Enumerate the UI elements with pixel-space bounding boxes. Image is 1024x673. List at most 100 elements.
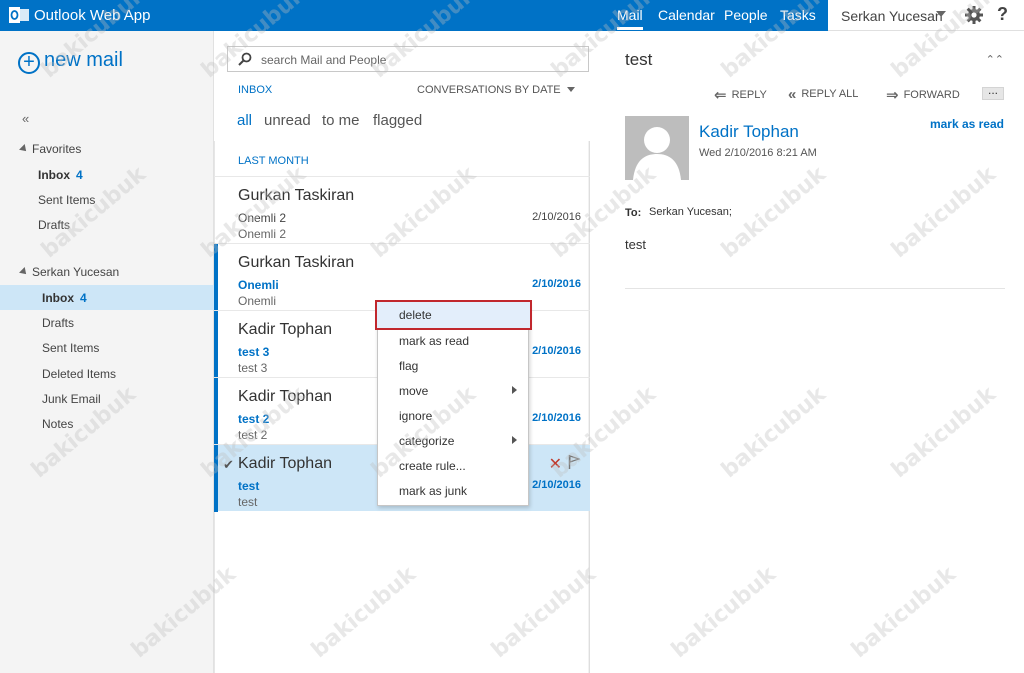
menu-item-create-rule[interactable]: create rule... xyxy=(378,453,528,478)
outlook-logo-icon xyxy=(9,7,29,23)
menu-item-label: move xyxy=(399,384,429,398)
nav-mail[interactable]: Mail xyxy=(617,7,643,30)
message-subject: test 3 xyxy=(238,345,270,359)
favorite-sent-items[interactable]: Sent Items xyxy=(38,193,95,207)
forward-button[interactable]: ⇒ FORWARD xyxy=(886,86,960,104)
submenu-arrow-icon xyxy=(512,436,517,444)
unread-count: 4 xyxy=(80,291,87,305)
gear-icon[interactable] xyxy=(964,5,984,25)
plus-icon: + xyxy=(18,52,40,74)
new-mail-button[interactable]: + new mail xyxy=(18,49,123,74)
more-actions-button[interactable]: ... xyxy=(982,84,1004,100)
message-sender: Gurkan Taskiran xyxy=(238,187,355,204)
unread-bar xyxy=(214,311,218,378)
unread-bar xyxy=(214,445,218,512)
favorite-inbox[interactable]: Inbox 4 xyxy=(38,168,83,182)
reply-all-label: REPLY ALL xyxy=(801,88,859,100)
nav-people[interactable]: People xyxy=(724,7,768,23)
app-title: Outlook Web App xyxy=(34,7,151,24)
expand-triangle-icon xyxy=(19,144,29,154)
nav-tasks[interactable]: Tasks xyxy=(780,7,816,23)
top-bar: Outlook Web App Mail Calendar People Tas… xyxy=(0,0,1024,31)
unread-bar xyxy=(214,378,218,445)
unread-bar xyxy=(214,244,218,311)
message-preview: Onemli 2 xyxy=(238,227,287,241)
sort-dropdown[interactable]: CONVERSATIONS BY DATE xyxy=(417,84,575,96)
folder-notes[interactable]: Notes xyxy=(42,417,73,431)
folder-pane: + new mail « Favorites Inbox 4 Sent Items … xyxy=(0,31,214,673)
current-folder-label: INBOX xyxy=(238,84,273,96)
caret-down-icon xyxy=(566,87,575,92)
favorites-group[interactable]: Favorites xyxy=(19,142,82,156)
account-group[interactable]: Serkan Yucesan xyxy=(19,265,120,279)
search-box[interactable]: search Mail and People xyxy=(227,46,589,72)
to-label: To: xyxy=(625,207,642,219)
reply-all-button[interactable]: « REPLY ALL xyxy=(788,86,858,103)
checkmark-icon[interactable]: ✔ xyxy=(223,457,234,473)
folder-label: Inbox xyxy=(38,168,70,182)
message-date: 2/10/2016 xyxy=(532,278,581,290)
filter-to-me[interactable]: to me xyxy=(322,112,360,129)
sent-date: Wed 2/10/2016 8:21 AM xyxy=(699,147,817,159)
menu-item-move[interactable]: move xyxy=(378,378,528,403)
favorites-label: Favorites xyxy=(32,142,82,156)
unread-count: 4 xyxy=(76,168,83,182)
flag-icon[interactable] xyxy=(568,455,580,469)
message-row[interactable]: Gurkan Taskiran Onemli 2 Onemli 2 2/10/2… xyxy=(214,176,590,243)
message-subject: Onemli 2 xyxy=(238,211,287,225)
reply-button[interactable]: ⇐ REPLY xyxy=(714,86,767,104)
menu-item-delete[interactable]: delete xyxy=(375,300,532,330)
folder-inbox[interactable]: Inbox 4 xyxy=(42,291,87,305)
message-preview: test 2 xyxy=(238,428,268,442)
caret-down-icon[interactable] xyxy=(936,11,946,17)
message-row[interactable]: Gurkan Taskiran Onemli Onemli 2/10/2016 xyxy=(214,243,590,311)
nav-calendar[interactable]: Calendar xyxy=(658,7,715,23)
new-mail-label: new mail xyxy=(44,49,123,71)
menu-item-mark-as-read[interactable]: mark as read xyxy=(378,328,528,353)
help-icon[interactable]: ? xyxy=(997,4,1008,25)
message-date: 2/10/2016 xyxy=(532,211,581,223)
collapse-pane-icon[interactable]: « xyxy=(22,111,29,126)
avatar xyxy=(625,116,689,180)
menu-item-flag[interactable]: flag xyxy=(378,353,528,378)
menu-item-ignore[interactable]: ignore xyxy=(378,403,528,428)
message-body: test xyxy=(625,237,646,252)
forward-arrow-icon: ⇒ xyxy=(886,87,899,104)
menu-item-categorize[interactable]: categorize xyxy=(378,428,528,453)
filter-all[interactable]: all xyxy=(237,112,252,129)
favorite-drafts[interactable]: Drafts xyxy=(38,218,70,232)
folder-deleted-items[interactable]: Deleted Items xyxy=(42,367,116,381)
reply-all-arrow-icon: « xyxy=(788,86,797,103)
sender-name-link[interactable]: Kadir Tophan xyxy=(699,122,799,142)
menu-item-mark-as-junk[interactable]: mark as junk xyxy=(378,478,528,503)
folder-drafts[interactable]: Drafts xyxy=(42,316,74,330)
account-label: Serkan Yucesan xyxy=(32,265,120,279)
reading-pane: test ⌃⌃ ⇐ REPLY « REPLY ALL ⇒ FORWARD ... K… xyxy=(590,31,1024,673)
search-input[interactable]: search Mail and People xyxy=(261,53,386,67)
user-name-menu[interactable]: Serkan Yucesan xyxy=(841,8,943,24)
folder-junk-email[interactable]: Junk Email xyxy=(42,392,101,406)
message-subject: test xyxy=(238,479,260,493)
delete-icon[interactable]: ✕ xyxy=(549,454,562,474)
group-header-last-month: LAST MONTH xyxy=(238,155,309,167)
message-sender: Kadir Tophan xyxy=(238,388,332,405)
message-preview: test xyxy=(238,495,258,509)
context-menu: delete mark as read flag move ignore cat… xyxy=(375,300,532,506)
submenu-arrow-icon xyxy=(512,386,517,394)
sort-label: CONVERSATIONS BY DATE xyxy=(417,84,561,96)
filter-flagged[interactable]: flagged xyxy=(373,112,422,129)
recipient[interactable]: Serkan Yucesan; xyxy=(649,206,732,218)
user-area: Serkan Yucesan ? xyxy=(828,0,1024,31)
divider xyxy=(625,288,1005,289)
expand-header-icon[interactable]: ⌃⌃ xyxy=(986,53,1004,66)
message-date: 2/10/2016 xyxy=(532,345,581,357)
folder-label: Inbox xyxy=(42,291,74,305)
person-silhouette-icon xyxy=(633,127,681,180)
message-sender: Kadir Tophan xyxy=(238,321,332,338)
folder-sent-items[interactable]: Sent Items xyxy=(42,341,99,355)
mark-as-read-link[interactable]: mark as read xyxy=(930,117,1004,131)
search-icon xyxy=(238,52,252,66)
message-subject-heading: test xyxy=(625,50,653,69)
filter-unread[interactable]: unread xyxy=(264,112,311,129)
message-subject: Onemli xyxy=(238,278,279,292)
